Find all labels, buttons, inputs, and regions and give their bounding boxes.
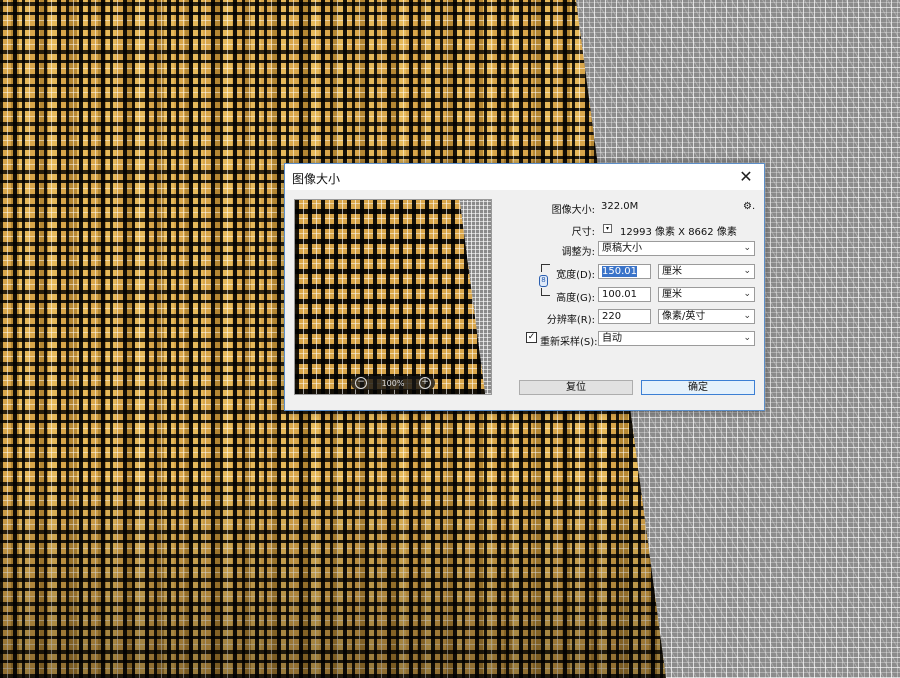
fit-to-select[interactable]: 原稿大小 ⌄ (598, 241, 755, 256)
gear-icon[interactable]: ⚙. (743, 201, 755, 212)
image-size-value: 322.0M (601, 201, 639, 212)
height-label: 高度(G): (556, 293, 595, 304)
chevron-down-icon: ⌄ (743, 266, 751, 276)
chevron-down-icon: ⌄ (743, 333, 751, 343)
image-preview[interactable]: − 100% + (294, 199, 492, 395)
chevron-down-icon: ⌄ (743, 311, 751, 321)
zoom-level: 100% (381, 378, 405, 388)
dimensions-label: 尺寸: (571, 227, 595, 238)
dimensions-value: 12993 像素 X 8662 像素 (620, 227, 737, 238)
resolution-label: 分辨率(R): (546, 315, 595, 326)
resample-value: 自动 (602, 333, 622, 344)
width-value: 150.01 (602, 266, 637, 277)
height-value: 100.01 (602, 289, 637, 300)
width-unit-select[interactable]: 厘米 ⌄ (658, 264, 755, 279)
resample-checkbox[interactable]: ✓ (526, 332, 537, 343)
preview-artwork (295, 200, 491, 394)
height-input[interactable]: 100.01 (598, 287, 651, 302)
width-label: 宽度(D): (556, 270, 595, 281)
ok-button[interactable]: 确定 (641, 380, 755, 395)
resolution-unit-select[interactable]: 像素/英寸 ⌄ (658, 309, 755, 324)
fit-to-value: 原稿大小 (602, 243, 642, 254)
width-unit: 厘米 (662, 266, 682, 277)
zoom-out-icon[interactable]: − (355, 377, 367, 389)
resample-label: 重新采样(S): (540, 337, 598, 348)
resample-select[interactable]: 自动 ⌄ (598, 331, 755, 346)
resolution-value: 220 (602, 311, 622, 322)
zoom-in-icon[interactable]: + (419, 377, 431, 389)
reset-button[interactable]: 复位 (519, 380, 633, 395)
height-unit-select[interactable]: 厘米 ⌄ (658, 287, 755, 302)
resolution-unit: 像素/英寸 (662, 311, 706, 322)
resolution-input[interactable]: 220 (598, 309, 651, 324)
chevron-down-icon: ⌄ (743, 243, 751, 253)
dimensions-units-dropdown-icon[interactable]: ▾ (603, 224, 612, 233)
image-size-dialog: 图像大小 ✕ − 100% + 图像大小: 322.0M ⚙. 尺寸: ▾ 12… (284, 163, 765, 411)
dialog-title: 图像大小 (292, 172, 341, 186)
close-icon[interactable]: ✕ (728, 164, 764, 190)
dialog-titlebar[interactable]: 图像大小 ✕ (285, 164, 764, 190)
chevron-down-icon: ⌄ (743, 289, 751, 299)
width-input[interactable]: 150.01 (598, 264, 651, 279)
fit-to-label: 调整为: (561, 247, 595, 258)
height-unit: 厘米 (662, 289, 682, 300)
preview-zoom-bar: − 100% + (351, 376, 435, 390)
image-size-label: 图像大小: (551, 205, 595, 216)
